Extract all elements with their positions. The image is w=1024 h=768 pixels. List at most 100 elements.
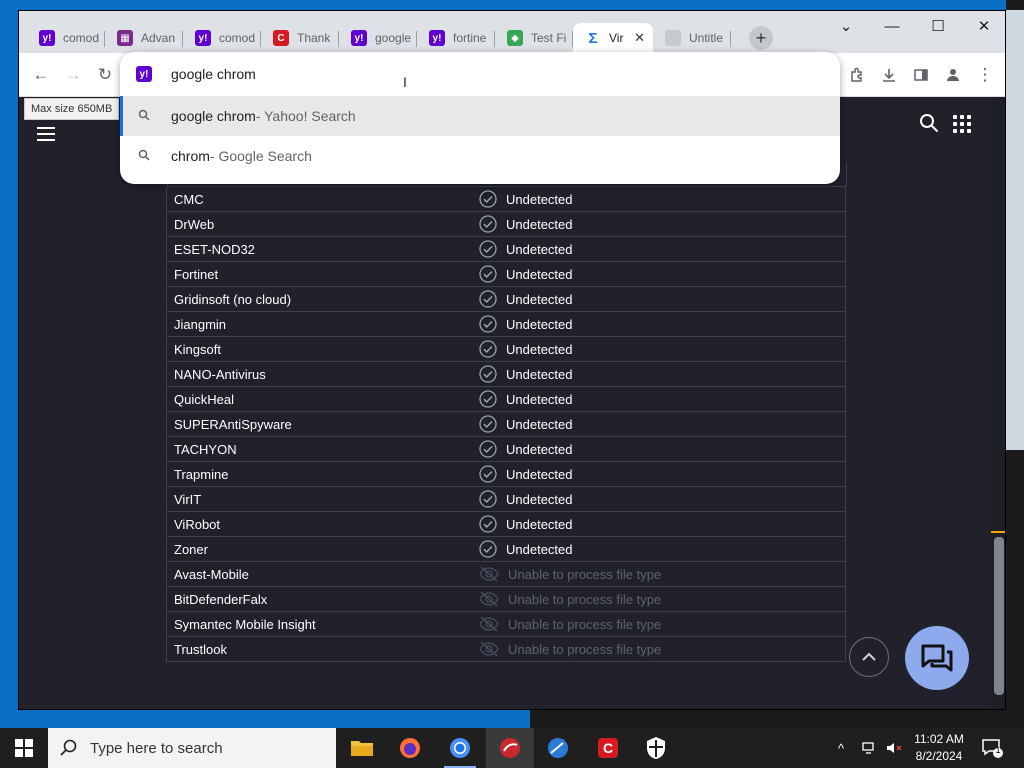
firefox-icon (400, 738, 420, 758)
engine-name: Kingsoft (174, 341, 221, 357)
yahoo-icon: y! (195, 30, 211, 46)
status-text: Undetected (506, 366, 573, 382)
chrome-button[interactable] (436, 728, 484, 768)
search-icon (138, 109, 152, 124)
notification-center-button[interactable]: 1 (980, 736, 1004, 760)
download-icon[interactable] (879, 65, 899, 85)
virustotal-icon: Σ (588, 29, 598, 47)
suggestion-provider: - Yahoo! Search (255, 108, 356, 124)
close-window-button[interactable]: ✕ (961, 11, 1005, 41)
tab-search-button[interactable]: ⌄ (823, 11, 869, 41)
omnibox-suggestion[interactable]: chrom - Google Search (120, 136, 840, 176)
forward-icon[interactable]: → (63, 65, 83, 85)
windows-logo-icon (15, 739, 33, 757)
hamburger-menu-icon[interactable] (37, 127, 55, 141)
suggestion-query: google chrom (171, 108, 256, 124)
firefox-button[interactable] (386, 728, 434, 768)
volume-muted-icon[interactable] (886, 728, 902, 768)
shield-icon: ◆ (507, 30, 523, 46)
check-circle-icon (479, 390, 506, 408)
scroll-marker (991, 531, 1005, 533)
menu-kebab-icon[interactable]: ⋮ (975, 65, 995, 85)
status-text: Unable to process file type (508, 616, 662, 632)
engine-name: Fortinet (174, 266, 219, 282)
status-text: Undetected (506, 291, 573, 307)
browser-tab[interactable]: y! comod (183, 23, 261, 53)
address-bar-text[interactable]: google chrom (171, 66, 256, 82)
minimize-button[interactable]: — (869, 11, 915, 41)
detection-status: Undetected (479, 265, 573, 283)
close-tab-icon[interactable]: ✕ (634, 30, 645, 46)
engine-name: Trustlook (174, 641, 227, 657)
yahoo-icon: y! (429, 30, 445, 46)
table-row: Zoner Undetected (167, 536, 845, 561)
folder-icon (351, 741, 373, 756)
check-circle-icon (479, 240, 506, 258)
app-button-blue[interactable] (534, 728, 582, 768)
comodo-button[interactable]: C (584, 728, 632, 768)
browser-tab[interactable]: y! google (339, 23, 417, 53)
browser-tab[interactable]: y! fortine (417, 23, 495, 53)
text-cursor-icon: I (403, 74, 407, 90)
status-text: Undetected (506, 216, 573, 232)
browser-tab[interactable]: Untitle (653, 23, 731, 53)
check-circle-icon (479, 215, 506, 233)
engine-name: ESET-NOD32 (174, 241, 255, 257)
system-clock[interactable]: 11:02 AM 8/2/2024 (904, 731, 974, 765)
browser-tab[interactable]: y! comod (27, 23, 105, 53)
network-icon[interactable] (862, 728, 878, 768)
file-explorer-button[interactable] (338, 728, 386, 768)
browser-tab[interactable]: Σ Vir ✕ (573, 23, 653, 53)
maximize-button[interactable]: ☐ (915, 11, 961, 41)
taskbar-search-box[interactable]: Type here to search (48, 728, 336, 768)
search-icon[interactable] (919, 113, 939, 139)
tab-title: Advan (141, 31, 176, 45)
browser-tab[interactable]: ◆ Test Fi (495, 23, 573, 53)
address-bar[interactable]: y! google chrom (120, 52, 840, 96)
detection-status: Unable to process file type (479, 565, 661, 583)
detection-status: Undetected (479, 365, 573, 383)
detection-status: Undetected (479, 490, 573, 508)
start-button[interactable] (0, 728, 48, 768)
omnibox-suggestion[interactable]: google chrom - Yahoo! Search (120, 96, 840, 136)
status-text: Undetected (506, 416, 573, 432)
detection-status: Undetected (479, 190, 573, 208)
page-scrollbar[interactable] (991, 97, 1005, 709)
check-circle-icon (479, 515, 506, 533)
security-button[interactable] (632, 728, 680, 768)
apps-grid-icon[interactable] (953, 115, 971, 133)
scroll-to-top-button[interactable] (849, 637, 889, 677)
browser-tab[interactable]: C Thank (261, 23, 339, 53)
check-circle-icon (479, 415, 506, 433)
table-row: Gridinsoft (no cloud) Undetected (167, 286, 845, 311)
reload-icon[interactable]: ↻ (95, 65, 115, 85)
new-tab-button[interactable]: + (749, 26, 773, 50)
engine-name: BitDefenderFalx (174, 591, 268, 607)
browser-tab[interactable]: ▦ Advan (105, 23, 183, 53)
tab-title: google (375, 31, 412, 45)
shield-icon (647, 737, 665, 759)
check-circle-icon (479, 365, 506, 383)
status-text: Undetected (506, 391, 573, 407)
profile-icon[interactable] (943, 65, 963, 85)
back-icon[interactable]: ← (31, 65, 51, 85)
search-icon (60, 739, 77, 756)
status-text: Unable to process file type (508, 566, 662, 582)
app-button-red[interactable] (486, 728, 534, 768)
show-hidden-icons-button[interactable]: ^ (838, 728, 844, 768)
check-circle-icon (479, 440, 506, 458)
status-text: Undetected (506, 516, 573, 532)
scrollbar-thumb[interactable] (994, 537, 1004, 695)
table-row: ESET-NOD32 Undetected (167, 236, 845, 261)
tab-strip: + ⌄ — ☐ ✕ y! comod ▦ Advan y! comod C Thank y! go… (19, 11, 1005, 53)
chat-icon (921, 644, 953, 672)
check-circle-icon (479, 540, 506, 558)
table-row: TACHYON Undetected (167, 436, 845, 461)
table-row: Kingsoft Undetected (167, 336, 845, 361)
side-panel-icon[interactable] (911, 65, 931, 85)
extensions-icon[interactable] (847, 65, 867, 85)
chat-button[interactable] (905, 626, 969, 690)
clock-date: 8/2/2024 (915, 749, 963, 763)
chrome-icon (450, 738, 470, 758)
detection-status: Undetected (479, 315, 573, 333)
